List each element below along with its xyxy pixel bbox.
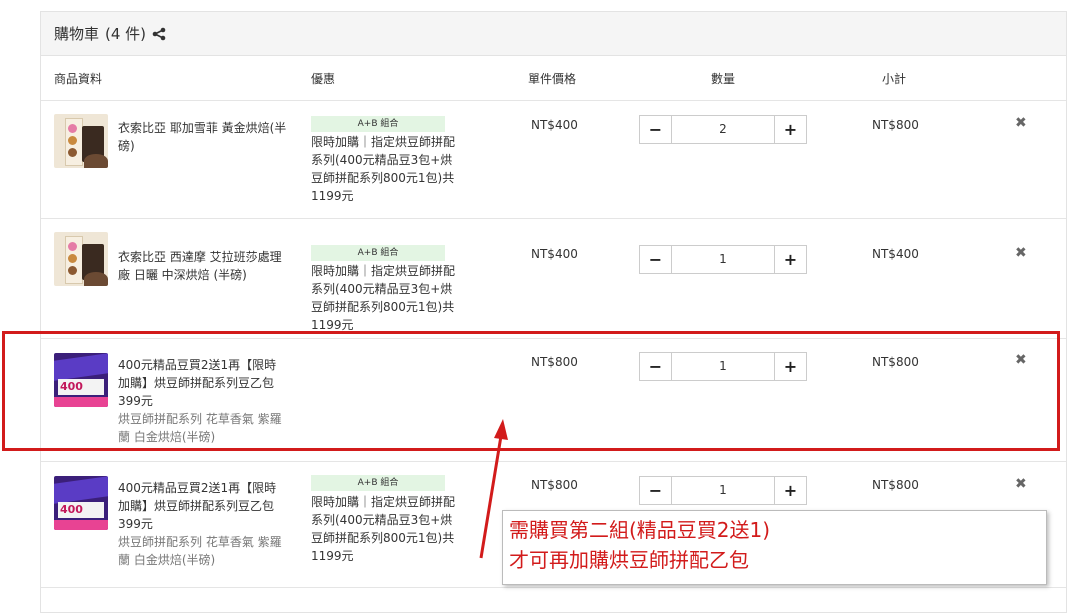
annotation-callout: 需購買第二組(精品豆買2送1) 才可再加購烘豆師拼配乙包 xyxy=(502,510,1047,585)
annotation-arrow-icon xyxy=(479,419,508,559)
annotation-line1: 需購買第二組(精品豆買2送1) xyxy=(509,518,771,542)
annotation-line2: 才可再加購烘豆師拼配乙包 xyxy=(509,548,749,572)
